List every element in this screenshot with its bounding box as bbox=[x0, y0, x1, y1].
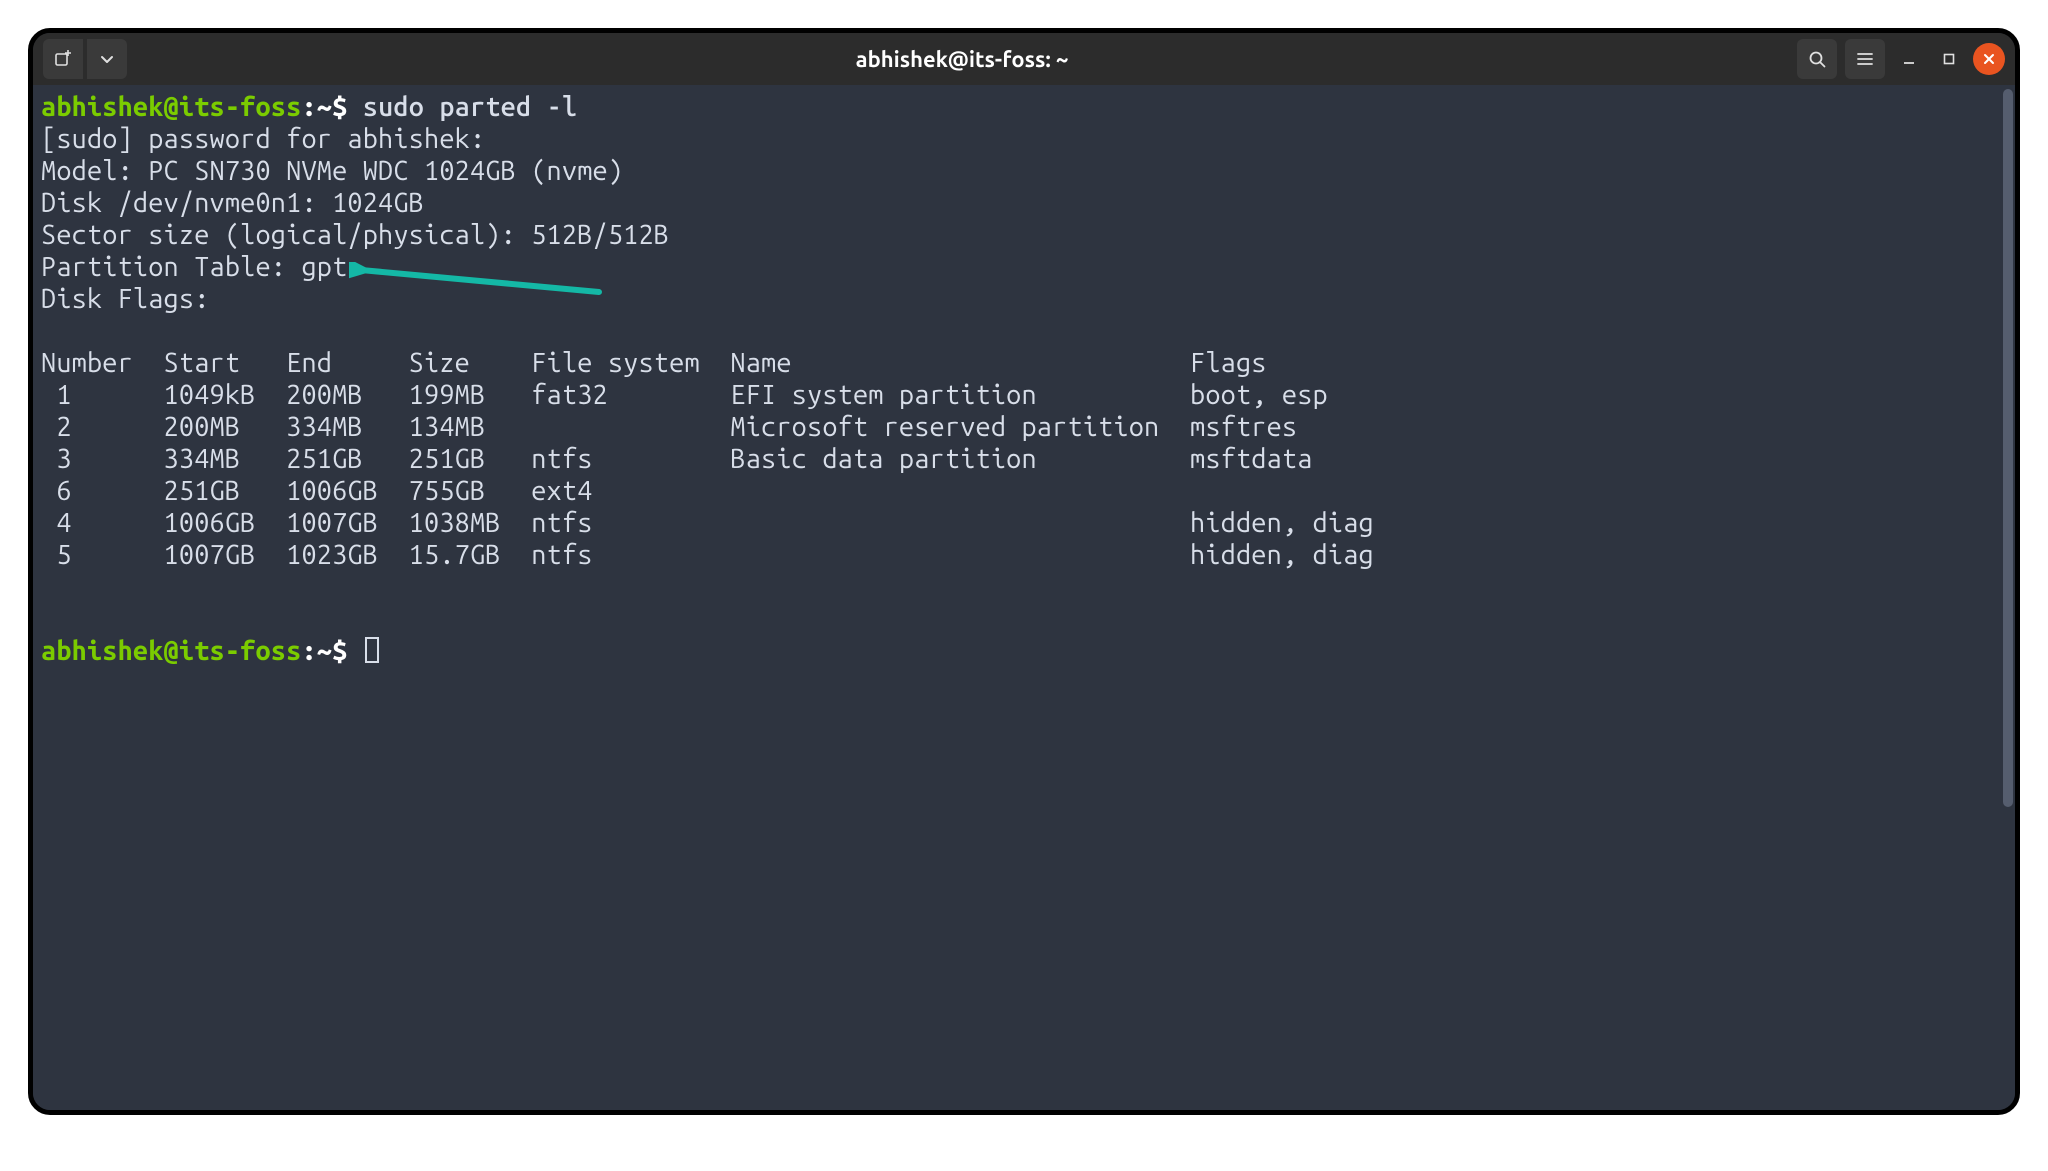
prompt-symbol: $ bbox=[332, 92, 347, 122]
maximize-button[interactable] bbox=[1933, 43, 1965, 75]
new-tab-button[interactable] bbox=[43, 39, 83, 79]
part-table-line: Partition Table: gpt bbox=[41, 251, 2007, 283]
cursor bbox=[365, 637, 379, 663]
partition-table-header: Number Start End Size File system Name F… bbox=[41, 347, 2007, 379]
partition-row: 5 1007GB 1023GB 15.7GB ntfs hidden, diag bbox=[41, 539, 2007, 571]
terminal-output[interactable]: abhishek@its-foss:~$ sudo parted -l [sud… bbox=[33, 85, 2015, 1110]
titlebar: abhishek@its-foss: ~ bbox=[33, 33, 2015, 85]
prompt-path: ~ bbox=[317, 92, 332, 122]
blank-line-3 bbox=[41, 603, 2007, 635]
sudo-prompt: [sudo] password for abhishek: bbox=[41, 123, 2007, 155]
partition-table-rows: 1 1049kB 200MB 199MB fat32 EFI system pa… bbox=[41, 379, 2007, 571]
partition-row: 4 1006GB 1007GB 1038MB ntfs hidden, diag bbox=[41, 507, 2007, 539]
blank-line-2 bbox=[41, 571, 2007, 603]
terminal-window: abhishek@its-foss: ~ bbox=[28, 28, 2020, 1115]
minimize-icon bbox=[1902, 52, 1916, 66]
new-tab-icon bbox=[53, 49, 73, 69]
search-icon bbox=[1807, 49, 1827, 69]
scrollbar[interactable] bbox=[2003, 89, 2013, 807]
model-line: Model: PC SN730 NVMe WDC 1024GB (nvme) bbox=[41, 155, 2007, 187]
tab-controls bbox=[43, 39, 127, 79]
minimize-button[interactable] bbox=[1893, 43, 1925, 75]
hamburger-icon bbox=[1855, 49, 1875, 69]
terminal-body: abhishek@its-foss:~$ sudo parted -l [sud… bbox=[33, 85, 2015, 1110]
disk-line: Disk /dev/nvme0n1: 1024GB bbox=[41, 187, 2007, 219]
prompt-sep: : bbox=[301, 92, 316, 122]
command-text: sudo parted -l bbox=[363, 92, 577, 122]
prompt-user-host: abhishek@its-foss bbox=[41, 92, 301, 122]
blank-line-1 bbox=[41, 315, 2007, 347]
sector-line: Sector size (logical/physical): 512B/512… bbox=[41, 219, 2007, 251]
window-title: abhishek@its-foss: ~ bbox=[135, 47, 1789, 72]
partition-row: 2 200MB 334MB 134MB Microsoft reserved p… bbox=[41, 411, 2007, 443]
close-icon bbox=[1982, 52, 1996, 66]
tab-menu-button[interactable] bbox=[87, 39, 127, 79]
prompt-line-1: abhishek@its-foss:~$ sudo parted -l bbox=[41, 91, 2007, 123]
search-button[interactable] bbox=[1797, 39, 1837, 79]
maximize-icon bbox=[1942, 52, 1956, 66]
partition-row: 6 251GB 1006GB 755GB ext4 bbox=[41, 475, 2007, 507]
hamburger-menu-button[interactable] bbox=[1845, 39, 1885, 79]
partition-row: 3 334MB 251GB 251GB ntfs Basic data part… bbox=[41, 443, 2007, 475]
chevron-down-icon bbox=[98, 50, 116, 68]
disk-flags-line: Disk Flags: bbox=[41, 283, 2007, 315]
titlebar-right bbox=[1797, 39, 2005, 79]
close-button[interactable] bbox=[1973, 43, 2005, 75]
partition-row: 1 1049kB 200MB 199MB fat32 EFI system pa… bbox=[41, 379, 2007, 411]
prompt-line-2: abhishek@its-foss:~$ bbox=[41, 635, 2007, 667]
